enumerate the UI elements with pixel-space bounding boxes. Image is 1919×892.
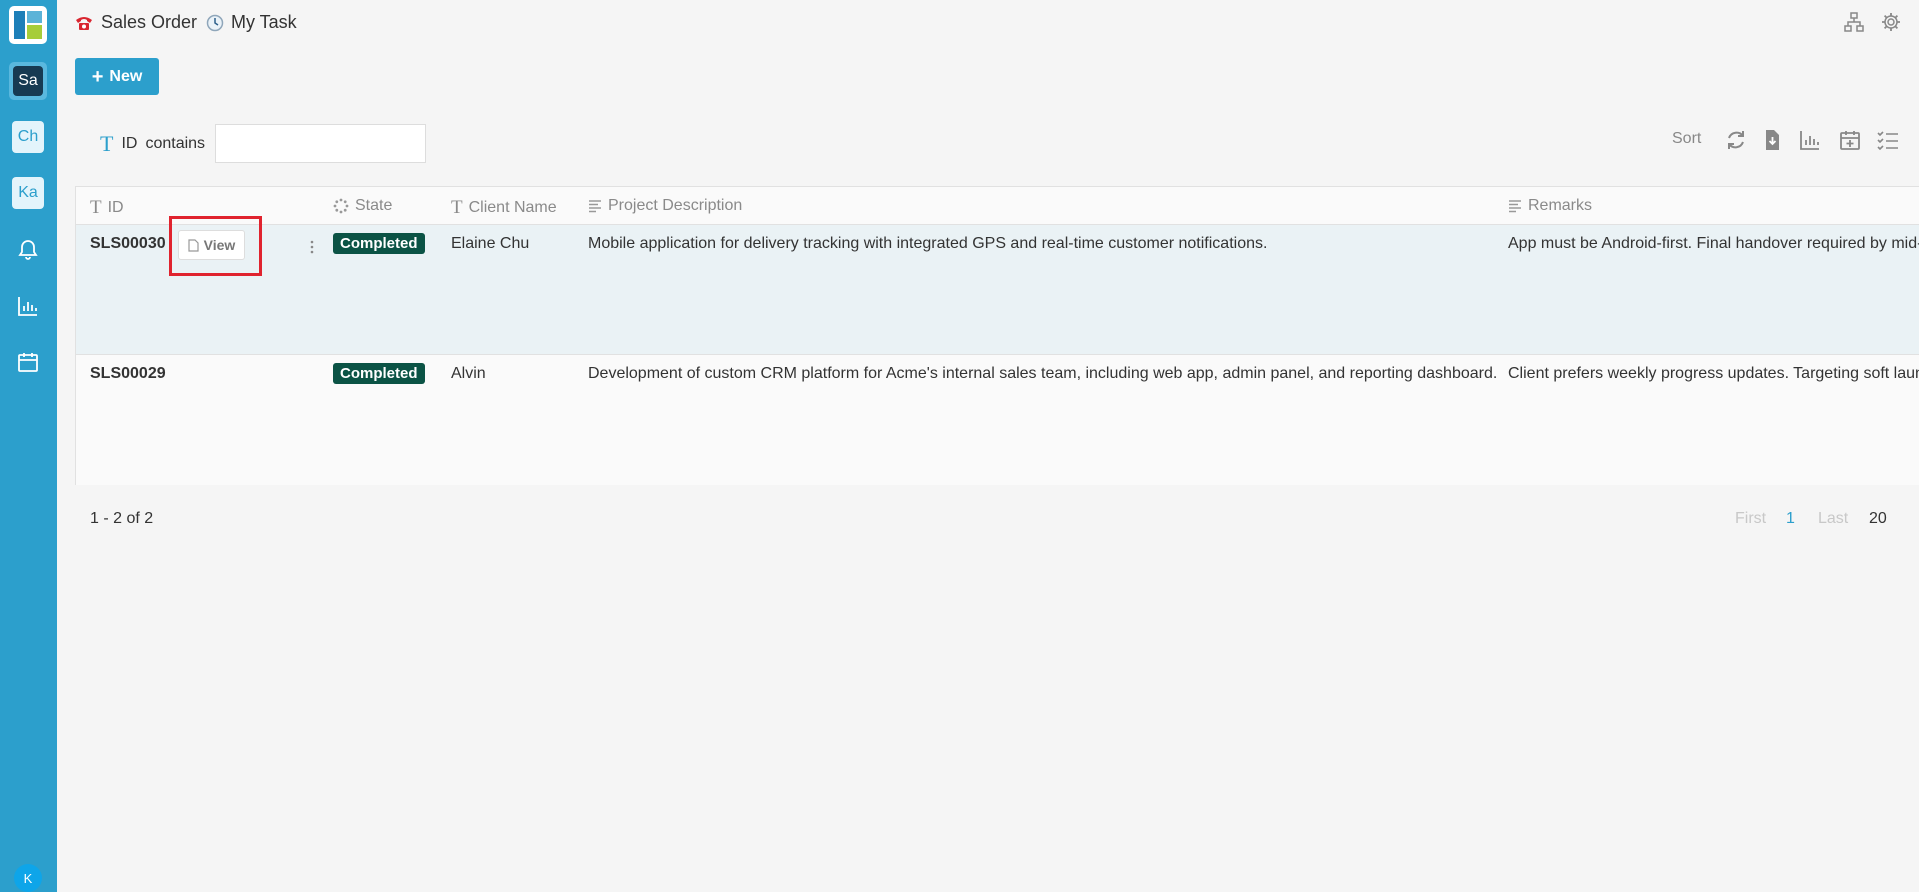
remarks: Client prefers weekly progress updates. … — [1508, 365, 1919, 382]
column-header-client-name[interactable]: T Client Name — [451, 197, 557, 219]
refresh-icon[interactable] — [1724, 128, 1748, 152]
filter-bar: T ID contains — [100, 124, 427, 163]
column-header-remarks[interactable]: Remarks — [1508, 197, 1592, 215]
sidebar-app-label: Ch — [12, 121, 44, 153]
new-button-label: New — [109, 67, 143, 85]
filter-field[interactable]: ID — [121, 135, 137, 153]
export-icon[interactable] — [1760, 128, 1784, 152]
gear-icon[interactable] — [1880, 11, 1902, 33]
highlight-box — [169, 216, 262, 276]
breadcrumb-sales-order[interactable]: Sales Order — [74, 12, 197, 33]
table-row[interactable]: SLS00030 View Completed Elaine Chu Mobil… — [76, 216, 1919, 355]
column-label: ID — [107, 199, 124, 216]
new-button[interactable]: + New — [75, 58, 159, 95]
breadcrumb-label: Sales Order — [101, 12, 198, 32]
data-table: T ID State T Client Name Project Descrip… — [75, 186, 1919, 485]
clock-icon — [206, 14, 224, 31]
table-header: T ID State T Client Name Project Descrip… — [76, 187, 1919, 225]
remarks-cell: Client prefers weekly progress updates. … — [1506, 355, 1919, 485]
column-label: Remarks — [1528, 197, 1593, 214]
row-id: SLS00030 — [90, 235, 166, 252]
plus-icon: + — [91, 65, 104, 88]
column-label: Client Name — [468, 199, 557, 216]
more-options-icon[interactable] — [309, 239, 315, 255]
calendar-add-icon[interactable] — [1838, 128, 1862, 152]
spinner-icon — [333, 198, 349, 214]
status-badge: Completed — [333, 233, 425, 254]
text-field-icon: T — [100, 130, 114, 156]
pagination-summary: 1 - 2 of 2 — [90, 510, 154, 527]
calendar-icon[interactable] — [16, 350, 40, 374]
sidebar-app-sa[interactable]: Sa — [9, 62, 47, 100]
pagination-current-page[interactable]: 1 — [1786, 510, 1795, 528]
top-bar: Sales Order My Task — [57, 0, 1919, 44]
remarks-cell: App must be Android-first. Final handove… — [1506, 225, 1919, 354]
sidebar-app-ka[interactable]: Ka — [9, 174, 47, 212]
paragraph-icon — [589, 200, 601, 213]
bell-icon[interactable] — [16, 238, 40, 262]
phone-icon — [76, 16, 92, 30]
chart-icon[interactable] — [16, 294, 40, 318]
pagination-last[interactable]: Last — [1818, 510, 1848, 528]
project-description: Development of custom CRM platform for A… — [588, 365, 1498, 382]
table-row[interactable]: SLS00029 Completed Alvin Development of … — [76, 355, 1919, 485]
status-badge: Completed — [333, 363, 425, 384]
filter-operator[interactable]: contains — [145, 135, 205, 153]
breadcrumb-my-task[interactable]: My Task — [206, 12, 297, 33]
sidebar-app-ch[interactable]: Ch — [9, 118, 47, 156]
pagination-first[interactable]: First — [1735, 510, 1766, 528]
column-label: Project Description — [608, 197, 743, 214]
client-name: Elaine Chu — [451, 235, 530, 252]
sort-button[interactable]: Sort — [1672, 130, 1701, 148]
app-logo[interactable] — [9, 6, 47, 44]
sidebar: Sa Ch Ka K — [0, 0, 57, 892]
user-avatar[interactable]: K — [14, 864, 42, 892]
column-header-project-description[interactable]: Project Description — [588, 197, 742, 215]
breadcrumb-label: My Task — [231, 12, 297, 32]
filter-value-input[interactable] — [215, 124, 427, 163]
text-icon: T — [90, 197, 102, 218]
sidebar-app-label: Sa — [13, 66, 43, 96]
project-description: Mobile application for delivery tracking… — [588, 235, 1268, 252]
text-icon: T — [451, 197, 463, 218]
column-header-state[interactable]: State — [333, 197, 392, 215]
remarks: App must be Android-first. Final handove… — [1508, 235, 1919, 252]
client-name: Alvin — [451, 365, 486, 382]
row-id: SLS00029 — [90, 365, 166, 382]
chart-icon[interactable] — [1798, 128, 1822, 152]
page-size-select[interactable]: 20 — [1869, 510, 1887, 528]
column-header-id[interactable]: T ID — [90, 197, 124, 219]
checklist-icon[interactable] — [1876, 128, 1900, 152]
paragraph-icon — [1509, 200, 1521, 213]
sidebar-app-label: Ka — [12, 177, 44, 209]
sitemap-icon[interactable] — [1843, 11, 1865, 33]
column-label: State — [355, 197, 393, 214]
